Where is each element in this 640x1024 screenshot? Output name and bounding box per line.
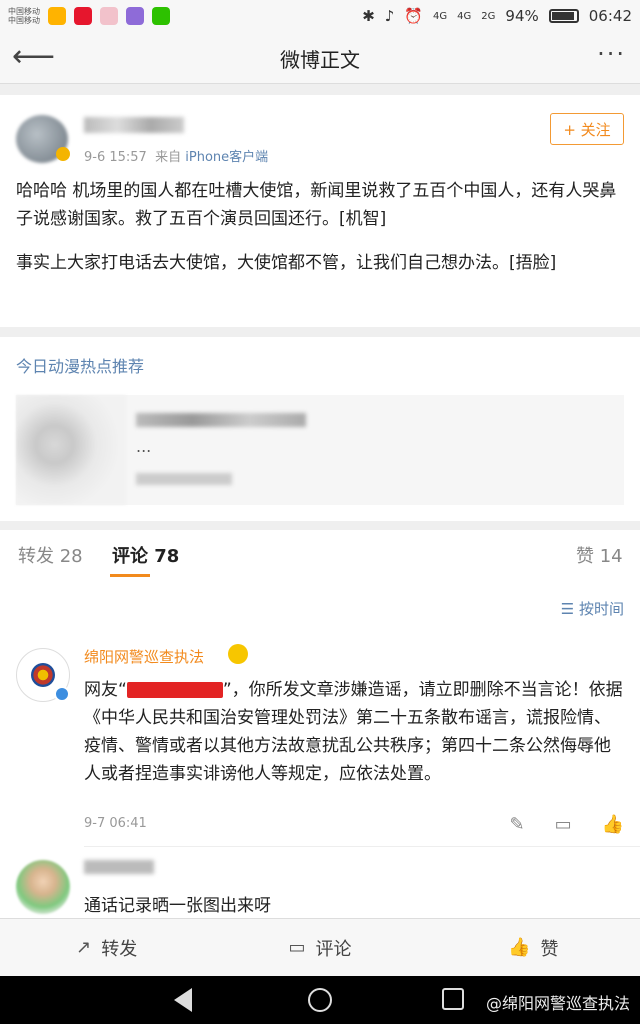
sort-label: 按时间 xyxy=(578,600,624,618)
recommendation-subtitle-redacted xyxy=(136,473,232,485)
commenter-avatar[interactable] xyxy=(16,860,70,914)
network-type-3: 2G xyxy=(481,10,496,22)
thumbs-up-icon: 👍 xyxy=(508,937,531,958)
author-name-redacted[interactable] xyxy=(84,117,184,133)
repost-label: 转发 xyxy=(101,938,138,960)
battery-icon xyxy=(548,9,579,23)
post-source-prefix: 来自 xyxy=(155,150,182,165)
recommendation-thumbnail xyxy=(16,395,126,505)
clock: 06:42 xyxy=(588,7,632,25)
app-notification-icon xyxy=(126,7,144,25)
title-bar: ⟵ 微博正文 ··· xyxy=(0,32,640,84)
verified-badge-icon xyxy=(54,686,70,702)
post-meta: 9-6 15:57 来自 iPhone客户端 xyxy=(84,146,268,165)
bluetooth-icon: ✱ xyxy=(362,7,375,25)
comment-author-name[interactable]: 绵阳网警巡查执法 xyxy=(84,646,204,667)
comment-bubble-icon[interactable]: ▭ xyxy=(555,814,572,835)
post-paragraph-2: 事实上大家打电话去大使馆，大使馆都不管，让我们自己想办法。[捂脸] xyxy=(16,253,557,273)
reply-edit-icon[interactable]: ✎ xyxy=(509,814,524,835)
notification-app-icon xyxy=(48,7,66,25)
thumbs-up-icon[interactable]: 👍 xyxy=(602,814,624,835)
like-label: 赞 xyxy=(540,938,559,960)
wechat-notification-icon xyxy=(152,7,170,25)
sort-icon: ☰ xyxy=(560,600,575,618)
comment-text: 通话记录晒一张图出来呀 xyxy=(84,896,271,916)
repost-icon: ↗ xyxy=(76,937,92,958)
recommendation-title-redacted xyxy=(136,413,306,427)
network-type-1: 4G xyxy=(433,10,448,22)
police-emblem-icon xyxy=(31,663,55,687)
sort-by-time-button[interactable]: ☰ 按时间 xyxy=(561,598,624,619)
post-time: 9-6 15:57 xyxy=(84,150,147,165)
carrier-1: 中国移动 xyxy=(8,7,40,16)
status-bar: 中国移动 中国移动 ✱ ♪ ⏰ 4G 4G 2G 94% 06:42 xyxy=(0,0,640,32)
follow-button[interactable]: + 关注 xyxy=(550,113,624,145)
comment-button[interactable]: ▭ 评论 xyxy=(213,919,426,976)
comment-text-start: 网友“ xyxy=(84,680,127,700)
nav-home-icon[interactable] xyxy=(308,988,332,1012)
redacted-username xyxy=(126,682,223,698)
carrier-info: 中国移动 中国移动 xyxy=(8,7,40,25)
alarm-icon: ⏰ xyxy=(404,7,424,25)
vibrate-icon: ♪ xyxy=(384,7,395,25)
post-source[interactable]: iPhone客户端 xyxy=(185,150,268,165)
page-title: 微博正文 xyxy=(280,48,360,72)
nav-back-icon[interactable] xyxy=(174,988,192,1012)
recommendation-title[interactable]: 今日动漫热点推荐 xyxy=(16,353,144,377)
tab-like[interactable]: 赞 14 xyxy=(576,542,623,568)
more-options-icon[interactable]: ··· xyxy=(597,40,626,68)
commenter-name-redacted[interactable] xyxy=(84,860,154,874)
comment-divider xyxy=(84,846,640,847)
photo-notification-icon xyxy=(100,7,118,25)
recommendation-section: 今日动漫热点推荐 ... xyxy=(0,337,640,521)
post-content: 哈哈哈 机场里的国人都在吐槽大使馆，新闻里说救了五百个中国人，还有人哭鼻子说感谢… xyxy=(16,177,624,293)
interaction-tabs: 转发 28 评论 78 赞 14 xyxy=(0,530,640,578)
carrier-2: 中国移动 xyxy=(8,16,40,25)
system-navigation-bar: @绵阳网警巡查执法 xyxy=(0,976,640,1024)
status-icons: ✱ ♪ ⏰ 4G 4G 2G 94% 06:42 xyxy=(362,7,632,25)
comment-icon: ▭ xyxy=(288,937,306,958)
comment-text: 网友“ ”，你所发文章涉嫌造谣，请立即删除不当言论！依据《中华人民共和国治安管理处… xyxy=(84,676,624,788)
comments-section: ☰ 按时间 绵阳网警巡查执法 网友“ ”，你所发文章涉嫌造谣，请立即删除不当言论！… xyxy=(0,578,640,918)
post-card: 9-6 15:57 来自 iPhone客户端 + 关注 哈哈哈 机场里的国人都在… xyxy=(0,95,640,327)
recommendation-ellipsis: ... xyxy=(136,437,152,456)
nav-recents-icon[interactable] xyxy=(442,988,464,1010)
watermark: @绵阳网警巡查执法 xyxy=(485,994,630,1013)
recommendation-card[interactable]: ... xyxy=(16,395,624,505)
tab-comment[interactable]: 评论 78 xyxy=(112,542,179,568)
repost-button[interactable]: ↗ 转发 xyxy=(0,919,213,976)
comment-actions: ✎ ▭ 👍 xyxy=(509,814,624,835)
tab-repost[interactable]: 转发 28 xyxy=(18,542,83,568)
network-type-2: 4G xyxy=(457,10,472,22)
weibo-notification-icon xyxy=(74,7,92,25)
active-tab-indicator xyxy=(110,574,150,577)
post-paragraph-1: 哈哈哈 机场里的国人都在吐槽大使馆，新闻里说救了五百个中国人，还有人哭鼻子说感谢… xyxy=(16,181,617,229)
bottom-action-bar: ↗ 转发 ▭ 评论 👍 赞 xyxy=(0,918,640,976)
verified-badge-icon xyxy=(56,147,70,161)
comment-time: 9-7 06:41 xyxy=(84,816,147,831)
battery-percent: 94% xyxy=(505,7,539,25)
member-emoji-icon xyxy=(228,644,248,664)
like-button[interactable]: 👍 赞 xyxy=(427,919,640,976)
comment-label: 评论 xyxy=(315,938,352,960)
